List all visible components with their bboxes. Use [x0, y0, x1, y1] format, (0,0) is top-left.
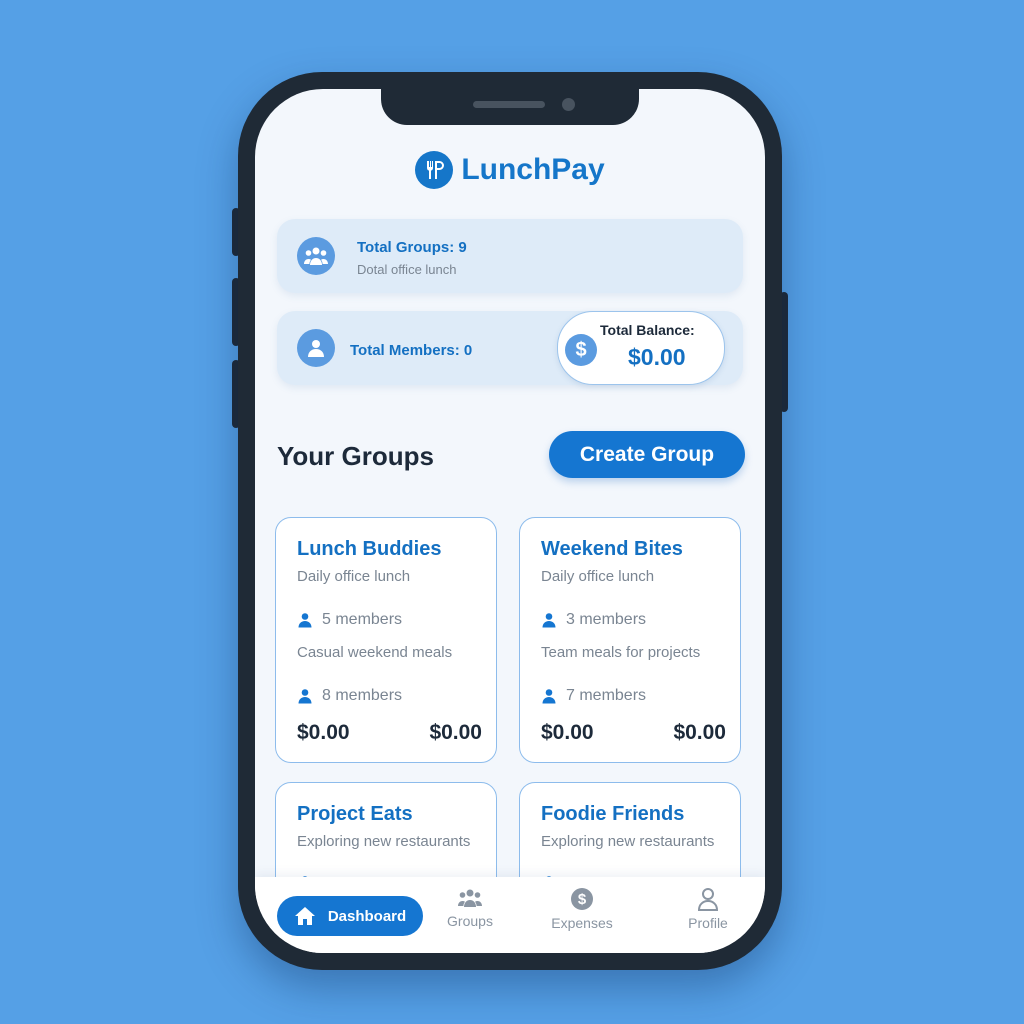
group-members: 5 members: [297, 611, 402, 629]
group-amount-right: $0.00: [429, 721, 482, 744]
tab-expenses[interactable]: $ Expenses: [537, 887, 627, 931]
group-extra-members: 8 members: [297, 687, 402, 705]
tab-groups[interactable]: Groups: [425, 887, 515, 929]
tab-groups-label: Groups: [447, 913, 493, 929]
home-icon: [294, 907, 315, 925]
your-groups-title: Your Groups: [277, 441, 434, 471]
svg-text:$: $: [578, 891, 587, 908]
app-header: LunchPay: [255, 151, 765, 189]
dollar-icon: $: [565, 334, 597, 366]
group-extra-members: 7 members: [541, 687, 646, 705]
group-name: Weekend Bites: [541, 538, 683, 560]
groups-icon: [297, 237, 335, 275]
groups-icon: [458, 889, 482, 907]
group-name: Project Eats: [297, 803, 413, 825]
total-balance-label: Total Balance:: [600, 322, 695, 338]
camera: [562, 98, 575, 111]
total-members-label: Total Members: 0: [350, 342, 473, 359]
user-icon: [298, 613, 312, 628]
user-icon: [542, 613, 556, 628]
group-extra-description: Team meals for projects: [541, 644, 701, 661]
group-description: Daily office lunch: [297, 568, 411, 585]
group-name: Foodie Friends: [541, 803, 685, 825]
group-description: Exploring new restaurants: [541, 833, 715, 850]
group-name: Lunch Buddies: [297, 538, 442, 560]
tab-expenses-label: Expenses: [551, 915, 613, 931]
user-icon: [297, 329, 335, 367]
total-balance-box[interactable]: $ Total Balance: $0.00: [557, 311, 725, 385]
group-extra-member-count: 8 members: [322, 687, 403, 704]
bottom-tab-bar: Dashboard Groups $ Expenses Profile: [255, 877, 765, 953]
group-card-lunch-buddies[interactable]: Lunch Buddies Daily office lunch 5 membe…: [275, 517, 497, 763]
tab-profile-label: Profile: [688, 915, 728, 931]
total-groups-subtitle: Dotal office lunch: [357, 262, 457, 277]
app-screen: LunchPay Total Groups: 9 Dotal office lu…: [255, 89, 765, 953]
profile-icon: [697, 888, 719, 911]
group-extra-member-count: 7 members: [566, 687, 647, 704]
phone-frame: LunchPay Total Groups: 9 Dotal office lu…: [238, 72, 782, 970]
group-member-count: 5 members: [322, 611, 403, 628]
total-balance-value: $0.00: [628, 344, 686, 370]
group-amount-left: $0.00: [297, 721, 350, 744]
create-group-button[interactable]: Create Group: [549, 431, 745, 478]
tab-dashboard[interactable]: Dashboard: [277, 896, 423, 936]
group-amount-left: $0.00: [541, 721, 594, 744]
user-icon: [298, 689, 312, 704]
total-groups-label: Total Groups: 9: [357, 239, 467, 256]
tab-profile[interactable]: Profile: [663, 887, 753, 931]
fork-logo-icon: [415, 151, 454, 189]
dollar-icon: $: [571, 888, 593, 910]
user-icon: [542, 689, 556, 704]
speaker: [473, 101, 545, 108]
tab-dashboard-label: Dashboard: [327, 907, 407, 925]
group-members: 3 members: [541, 611, 646, 629]
total-groups-card[interactable]: Total Groups: 9 Dotal office lunch: [277, 219, 743, 293]
group-member-count: 3 members: [566, 611, 647, 628]
group-description: Exploring new restaurants: [297, 833, 471, 850]
group-card-weekend-bites[interactable]: Weekend Bites Daily office lunch 3 membe…: [519, 517, 741, 763]
app-name: LunchPay: [461, 153, 605, 186]
group-description: Daily office lunch: [541, 568, 655, 585]
group-amount-right: $0.00: [673, 721, 726, 744]
notch: [381, 89, 639, 125]
group-extra-description: Casual weekend meals: [297, 644, 453, 661]
